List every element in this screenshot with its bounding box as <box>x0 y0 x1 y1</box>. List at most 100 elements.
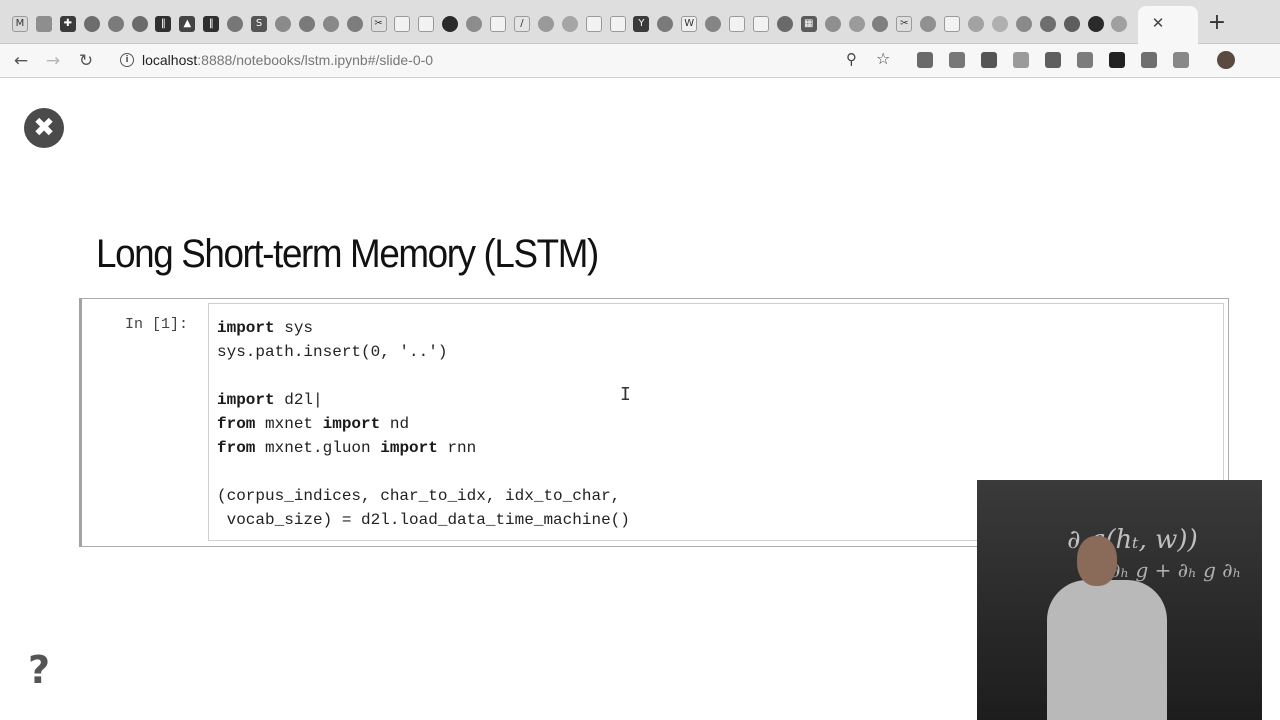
page-icon[interactable] <box>490 16 506 32</box>
extension-puzzle-icon[interactable] <box>1141 52 1157 68</box>
circle-icon[interactable] <box>705 16 722 32</box>
code-keyword: import <box>217 391 275 409</box>
code-line: (corpus_indices, char_to_idx, idx_to_cha… <box>217 484 630 508</box>
extension-face-icon[interactable] <box>1109 52 1125 68</box>
plus-box-icon[interactable]: ✚ <box>59 16 76 32</box>
doc-icon[interactable] <box>35 16 52 32</box>
slide-title: Long Short-term Memory (LSTM) <box>96 232 599 276</box>
presenter-head <box>1077 536 1117 586</box>
bookmark-star-icon[interactable]: ☆ <box>876 49 890 68</box>
circle-icon[interactable] <box>346 16 363 32</box>
close-slideshow-button[interactable]: ✖ <box>24 108 64 148</box>
code-line: from mxnet import nd <box>217 412 630 436</box>
tool-icon[interactable]: ✂ <box>896 16 913 32</box>
reload-button[interactable]: ↻ <box>75 50 97 72</box>
code-block: import sys sys.path.insert(0, '..') import… <box>217 316 630 532</box>
site-info-icon[interactable]: i <box>120 53 134 67</box>
url-text[interactable]: localhost:8888/notebooks/lstm.ipynb#/sli… <box>142 52 433 68</box>
circle-icon[interactable] <box>466 16 483 32</box>
gmail-icon[interactable]: M <box>12 16 28 32</box>
circle-icon[interactable] <box>298 16 315 32</box>
code-token: mxnet <box>255 415 323 433</box>
presenter <box>1047 580 1167 720</box>
code-keyword: from <box>217 439 256 457</box>
github-icon[interactable] <box>442 16 459 32</box>
code-line: from mxnet.gluon import rnn <box>217 436 630 460</box>
circle-icon[interactable] <box>322 16 339 32</box>
code-keyword: import <box>322 415 381 433</box>
code-token: nd <box>380 415 410 433</box>
circle-icon[interactable] <box>657 16 674 32</box>
circle-icon[interactable] <box>1015 16 1032 32</box>
circle-icon[interactable] <box>1063 16 1080 32</box>
back-button[interactable]: ← <box>10 50 32 72</box>
tool-icon[interactable]: ✂ <box>370 16 387 32</box>
circle-icon[interactable] <box>920 16 937 32</box>
circle-icon[interactable] <box>537 16 554 32</box>
presenter-video: ∂ g(hₜ, w)) = ∂ₕ g + ∂ₕ g ∂ₕ <box>977 480 1262 720</box>
code-keyword: from <box>217 415 256 433</box>
code-line: vocab_size) = d2l.load_data_time_machine… <box>217 508 630 532</box>
page-icon[interactable] <box>418 16 435 32</box>
circle-icon[interactable] <box>561 16 578 32</box>
extension-grid-icon[interactable] <box>1045 52 1061 68</box>
page-icon[interactable] <box>729 16 745 32</box>
new-tab-button[interactable]: + <box>1207 12 1227 35</box>
cap-icon[interactable]: ▲ <box>179 16 196 32</box>
circle-icon[interactable] <box>824 16 841 32</box>
circle-icon[interactable] <box>131 16 148 32</box>
help-button[interactable]: ? <box>28 648 50 692</box>
bars-icon[interactable]: ‖ <box>155 16 172 32</box>
zoom-icon[interactable]: ⚲ <box>846 50 857 68</box>
extension-circle-icon[interactable] <box>917 52 933 68</box>
code-line: import sys <box>217 316 630 340</box>
pocket-icon[interactable] <box>981 52 997 68</box>
forward-button[interactable]: → <box>42 50 64 72</box>
circle-icon[interactable] <box>848 16 865 32</box>
code-line: import d2l| <box>217 388 630 412</box>
text-cursor-icon: I <box>620 384 631 405</box>
circle-icon[interactable] <box>1039 16 1056 32</box>
video-edge <box>1262 480 1280 720</box>
circle-icon[interactable] <box>1111 16 1128 32</box>
tab-close-icon[interactable]: ✕ <box>1150 14 1166 32</box>
circle-icon[interactable] <box>776 16 793 32</box>
code-token: vocab_size) = d2l.load_data_time_machine… <box>217 511 630 529</box>
code-token: (corpus_indices, char_to_idx, idx_to_cha… <box>217 487 621 505</box>
url-host: localhost <box>142 52 198 68</box>
code-token: mxnet.gluon <box>255 439 381 457</box>
circle-icon[interactable] <box>107 16 124 32</box>
pen-icon[interactable]: / <box>513 16 530 32</box>
grid-icon[interactable]: ▦ <box>800 16 817 32</box>
page-icon[interactable] <box>585 16 602 32</box>
extension-aa-icon[interactable] <box>1173 52 1189 68</box>
circle-icon[interactable] <box>968 16 984 32</box>
github-icon[interactable] <box>1087 16 1104 32</box>
s-icon[interactable]: S <box>251 16 267 32</box>
extension-cloud-icon[interactable] <box>1013 52 1029 68</box>
circle-icon[interactable] <box>274 16 291 32</box>
bars-icon[interactable]: ‖ <box>203 16 220 32</box>
address-bar[interactable]: i localhost:8888/notebooks/lstm.ipynb#/s… <box>106 49 901 73</box>
code-keyword: import <box>380 439 438 457</box>
extension-diamond-icon[interactable] <box>949 52 965 68</box>
camera-icon[interactable] <box>1077 52 1093 68</box>
code-token: d2l| <box>274 391 323 409</box>
circle-icon[interactable] <box>227 16 244 32</box>
wikipedia-icon[interactable]: W <box>681 16 698 32</box>
page-icon[interactable] <box>752 16 769 32</box>
profile-avatar-icon[interactable] <box>1217 51 1235 69</box>
circle-icon[interactable] <box>991 16 1008 32</box>
circle-icon[interactable] <box>83 16 100 32</box>
y-icon[interactable]: Y <box>633 16 650 32</box>
tab-strip: M ✚ ‖ ▲ ‖ S ✂ / Y W ▦ ✂ ✕ + <box>0 0 1280 44</box>
page-icon[interactable] <box>394 16 411 32</box>
circle-icon[interactable] <box>872 16 889 32</box>
code-token: rnn <box>437 439 477 457</box>
active-tab[interactable] <box>1138 6 1198 44</box>
code-line: sys.path.insert(0, '..') <box>217 340 630 364</box>
page-icon[interactable] <box>944 16 961 32</box>
page-icon[interactable] <box>609 16 626 32</box>
